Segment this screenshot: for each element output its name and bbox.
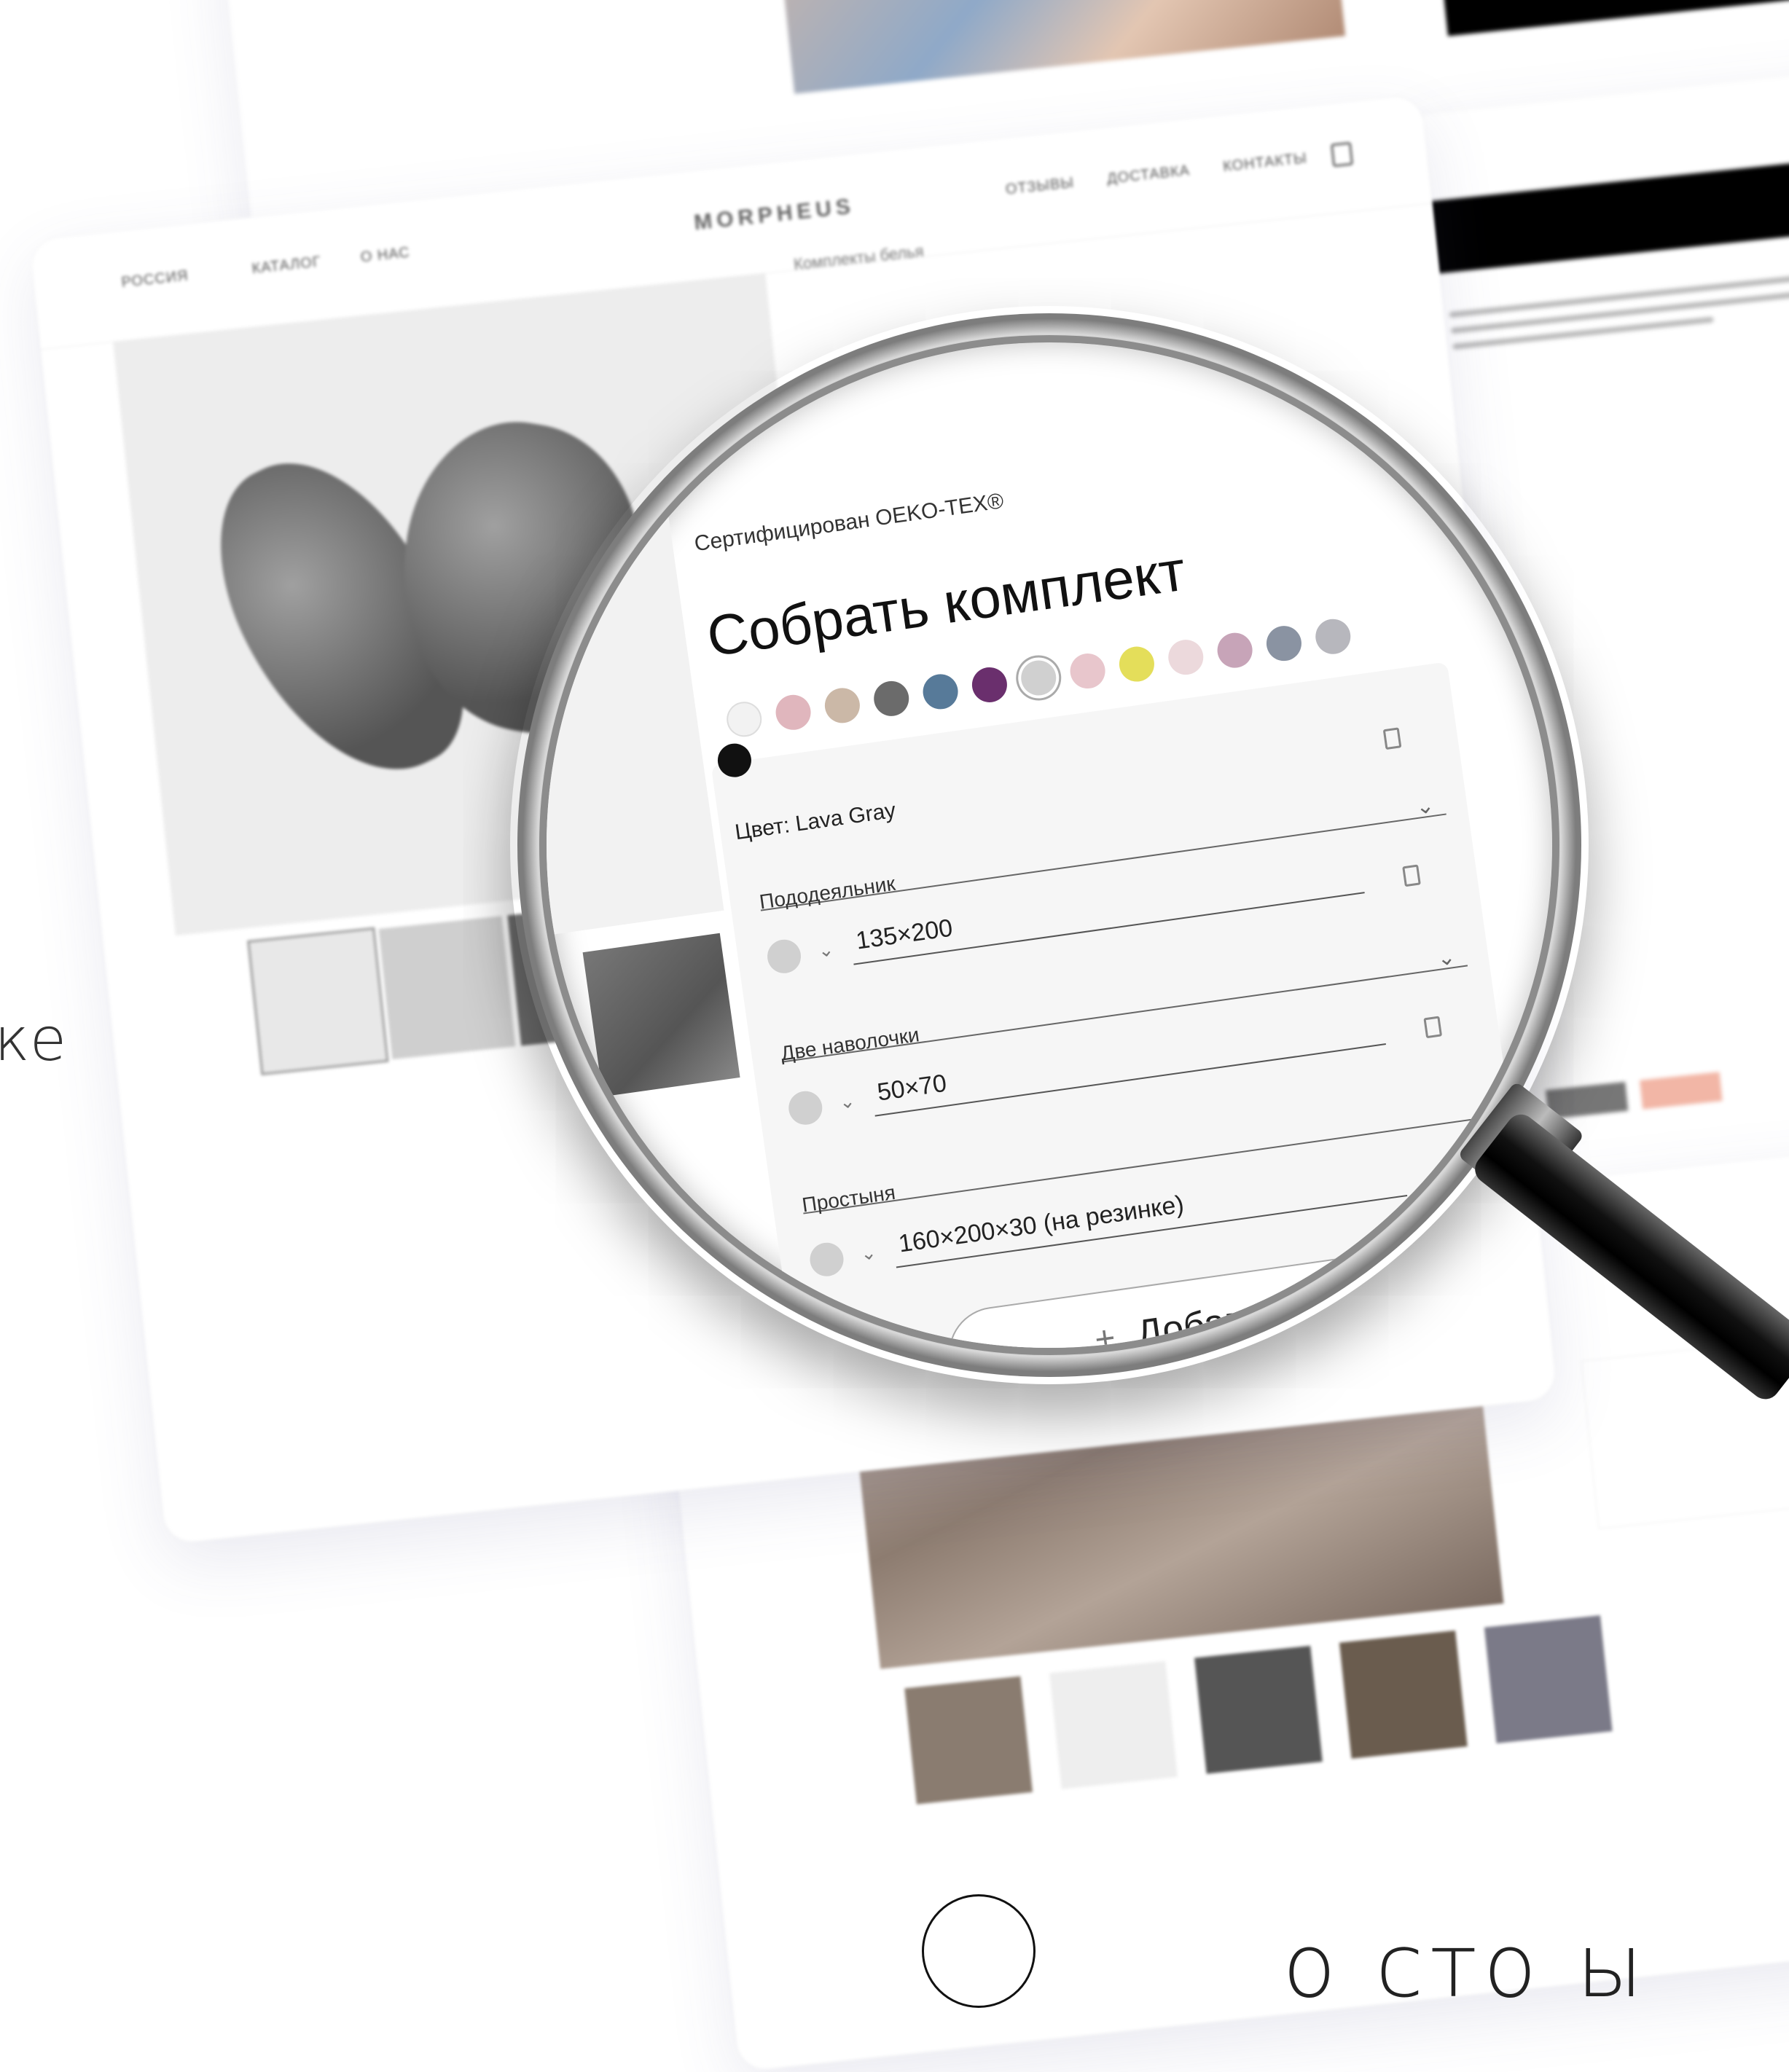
trash-icon[interactable] bbox=[1423, 1016, 1443, 1039]
cart-icon[interactable] bbox=[1330, 141, 1354, 168]
zoomed-product-image bbox=[547, 448, 724, 937]
plus-icon: + bbox=[1092, 1318, 1118, 1355]
nav-reviews[interactable]: ОТЗЫВЫ bbox=[1005, 175, 1075, 199]
color-swatch[interactable] bbox=[773, 692, 813, 732]
trash-icon[interactable] bbox=[1382, 727, 1402, 750]
nav-contacts[interactable]: КОНТАКТЫ bbox=[1222, 150, 1308, 176]
item-color-swatch[interactable] bbox=[807, 1240, 846, 1279]
color-swatch[interactable] bbox=[822, 686, 863, 726]
chevron-down-icon[interactable]: ⌄ bbox=[816, 938, 835, 962]
chevron-down-icon[interactable]: ⌄ bbox=[838, 1089, 857, 1114]
zoomed-configurator: Сертифицирован OEKO-TEX® Собрать комплек… bbox=[547, 342, 1552, 1355]
color-swatch[interactable] bbox=[1215, 630, 1255, 670]
certificate-note: Сертифицирован OEKO-TEX® bbox=[692, 489, 1006, 557]
color-swatch[interactable] bbox=[1264, 624, 1304, 664]
add-more-label: Добавить ещё bbox=[1133, 1278, 1389, 1355]
color-swatch[interactable] bbox=[1166, 637, 1206, 678]
nav-delivery[interactable]: ДОСТАВКА bbox=[1106, 162, 1191, 188]
item-color-swatch[interactable] bbox=[765, 937, 803, 976]
item-color-swatch[interactable] bbox=[786, 1088, 825, 1127]
chevron-down-icon[interactable]: ⌄ bbox=[1414, 793, 1436, 820]
chevron-down-icon[interactable]: ⌄ bbox=[1436, 944, 1457, 972]
buy-button[interactable] bbox=[1430, 148, 1789, 274]
circle-icon bbox=[922, 1894, 1036, 2008]
chevron-down-icon[interactable]: ⌄ bbox=[859, 1241, 878, 1265]
color-swatch-grid bbox=[1545, 1072, 1723, 1120]
color-swatch[interactable] bbox=[872, 678, 912, 718]
color-swatch[interactable] bbox=[724, 699, 764, 739]
color-swatch[interactable] bbox=[1068, 651, 1108, 691]
color-swatch[interactable] bbox=[920, 672, 960, 712]
add-to-cart-button[interactable] bbox=[1441, 0, 1789, 36]
color-swatch[interactable] bbox=[1313, 616, 1353, 656]
color-swatch[interactable] bbox=[969, 664, 1010, 705]
nav-catalog[interactable]: КАТАЛОГ bbox=[251, 254, 322, 278]
nav-about[interactable]: О НАС bbox=[360, 245, 411, 267]
site-logo[interactable]: MORPHEUS bbox=[693, 194, 856, 235]
nav-region[interactable]: РОССИЯ bbox=[121, 267, 189, 291]
color-swatch[interactable] bbox=[1019, 658, 1059, 698]
magnifier-lens: Сертифицирован OEKO-TEX® Собрать комплек… bbox=[539, 335, 1559, 1355]
background-heading-fragment: ке bbox=[0, 1005, 67, 1075]
zoomed-thumbnail[interactable] bbox=[582, 933, 740, 1097]
trash-icon[interactable] bbox=[1402, 864, 1421, 887]
lifestyle-photo bbox=[769, 0, 1346, 94]
color-swatch[interactable] bbox=[1116, 644, 1157, 684]
